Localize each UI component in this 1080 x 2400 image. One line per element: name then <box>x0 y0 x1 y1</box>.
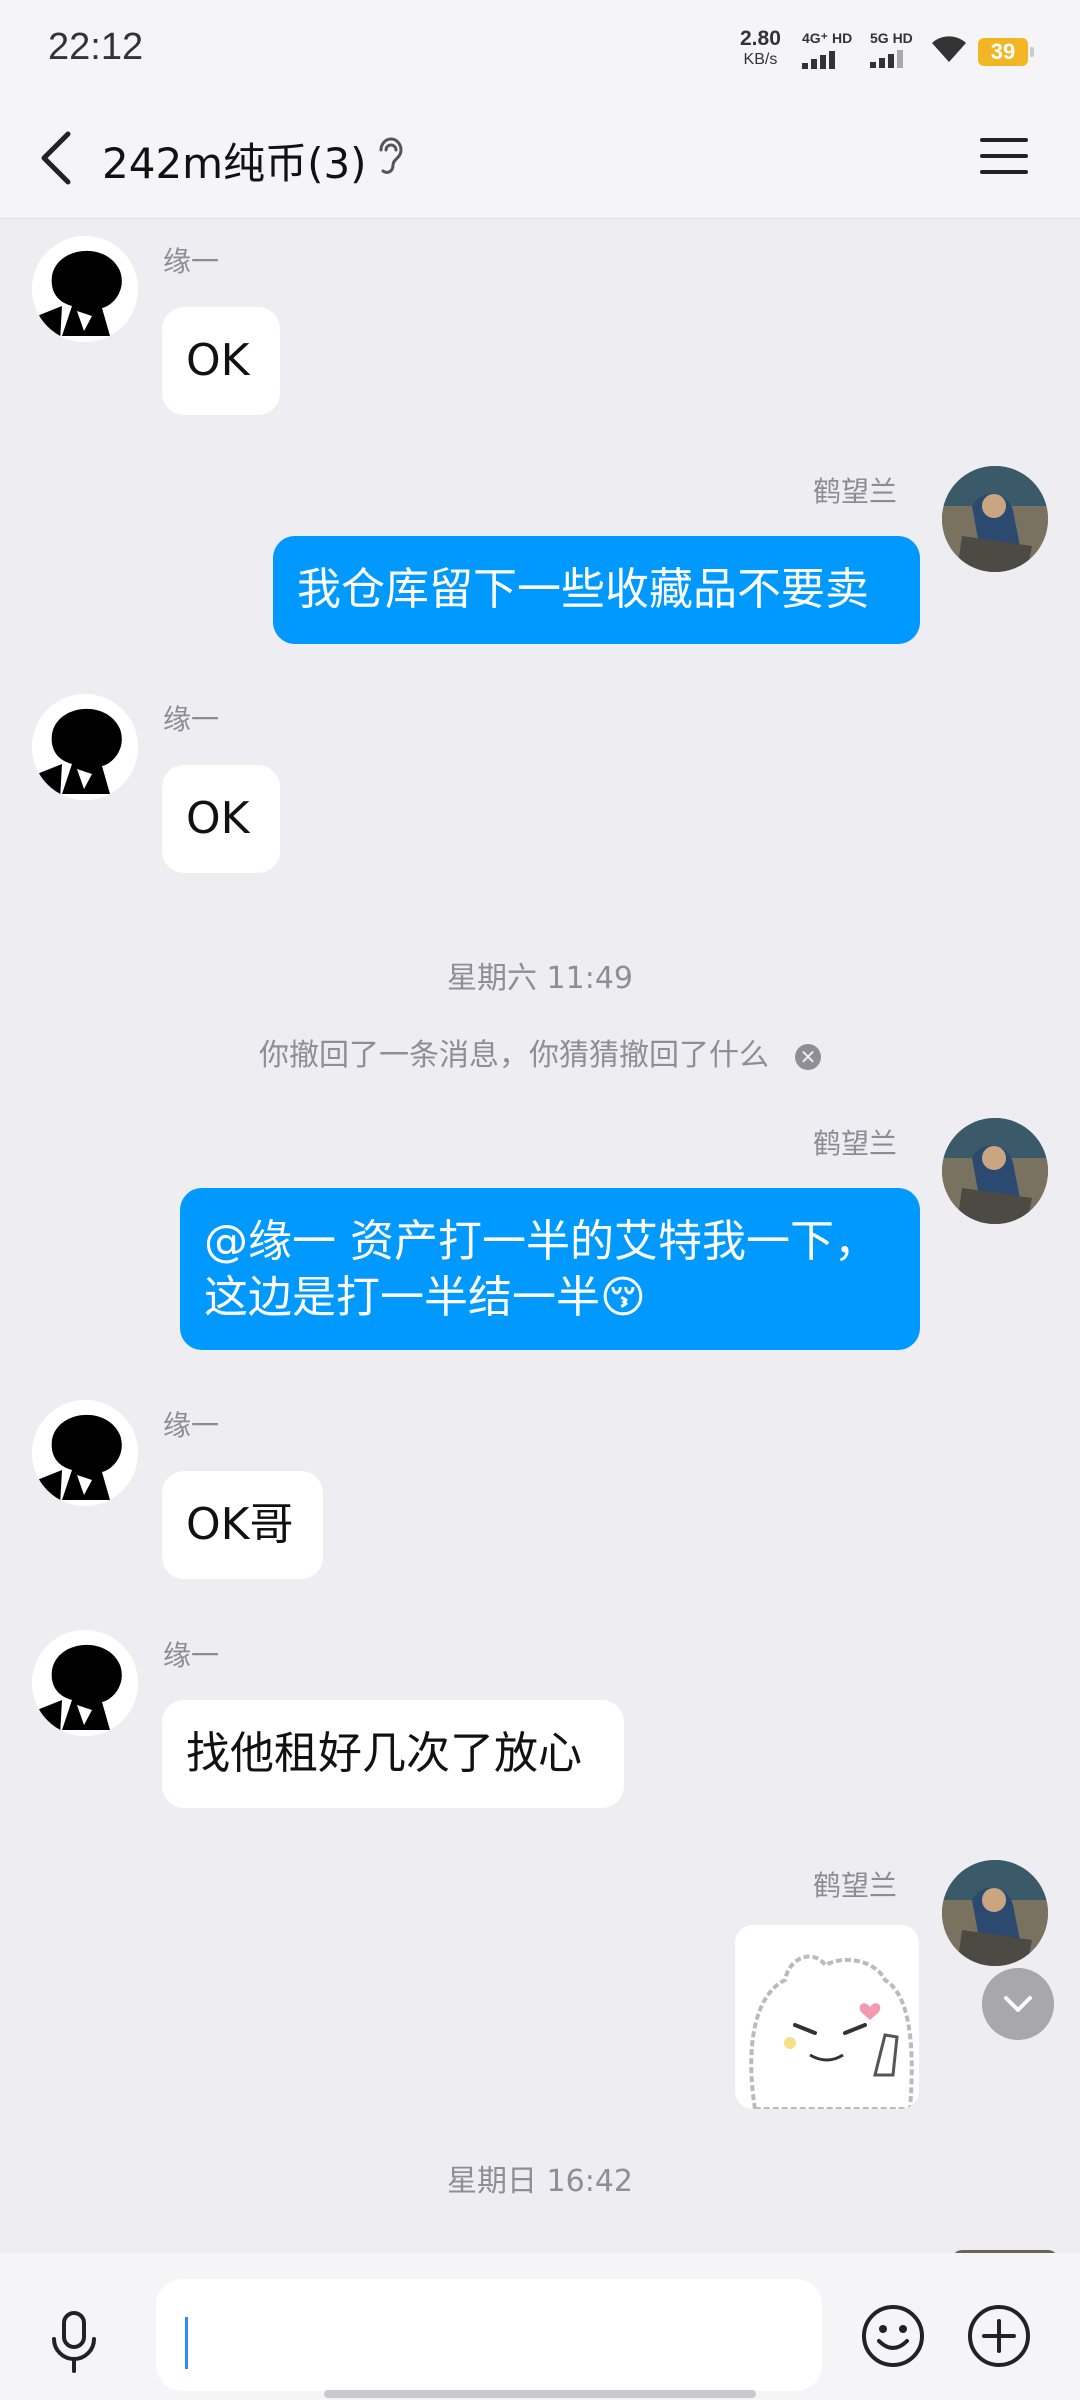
message-line: @缘一 资产打一半的艾特我一下， <box>204 1216 878 1267</box>
chat-title[interactable]: 242m纯币(3) <box>102 130 367 191</box>
network-speed-unit: KB/s <box>743 51 778 68</box>
status-time: 22:12 <box>48 26 144 68</box>
message-line: 这边是打一半结一半😚 <box>204 1272 646 1323</box>
close-icon[interactable]: ✕ <box>795 1043 821 1070</box>
sim2-label: 5G HD <box>870 30 913 46</box>
avatar-yuanyi[interactable] <box>32 1400 138 1506</box>
message-bubble-outgoing[interactable]: @缘一 资产打一半的艾特我一下， 这边是打一半结一半😚 <box>180 1188 920 1350</box>
ear-mode-icon[interactable] <box>373 132 409 182</box>
scroll-to-bottom-button[interactable] <box>982 1968 1054 2040</box>
bear-sticker-image[interactable] <box>735 1925 919 2109</box>
sender-name: 缘一 <box>163 1409 220 1442</box>
sender-name: 鹤望兰 <box>813 1869 898 1902</box>
message-bubble-incoming[interactable]: OK <box>162 765 280 873</box>
wifi-icon <box>932 36 966 62</box>
chat-message-list[interactable]: 缘一 OK 鹤望兰 我仓库留下一些收藏品不要卖 缘一 OK 星期六 11:49 … <box>0 0 1080 2260</box>
message-input[interactable] <box>156 2279 822 2391</box>
sim1-signal: 4G⁺ HD <box>802 30 852 69</box>
avatar-yuanyi[interactable] <box>32 236 138 342</box>
timestamp: 星期日 16:42 <box>447 2164 633 2199</box>
timestamp: 星期六 11:49 <box>447 961 633 996</box>
recall-text: 你撤回了一条消息，你猜猜撤回了什么 <box>259 1038 769 1073</box>
network-speed: 2.80 KB/s <box>740 28 781 70</box>
signal-bars-icon <box>802 51 852 69</box>
avatar-yuanyi[interactable] <box>32 1630 138 1736</box>
avatar-hewanglan[interactable] <box>942 1860 1048 1966</box>
back-arrow-icon[interactable] <box>34 128 84 188</box>
plus-icon[interactable] <box>966 2303 1032 2369</box>
home-indicator[interactable] <box>324 2390 756 2398</box>
sender-name: 缘一 <box>163 245 220 278</box>
message-bubble-outgoing[interactable]: 我仓库留下一些收藏品不要卖 <box>273 536 920 644</box>
network-speed-value: 2.80 <box>740 27 781 50</box>
sender-name: 缘一 <box>163 703 220 736</box>
sender-name: 鹤望兰 <box>813 1127 898 1160</box>
message-bubble-incoming[interactable]: 找他租好几次了放心 <box>162 1700 624 1808</box>
emoji-icon[interactable] <box>860 2303 926 2369</box>
status-bar: 22:12 2.80 KB/s 4G⁺ HD 5G HD 39 <box>0 0 1080 100</box>
sender-name: 缘一 <box>163 1639 220 1672</box>
avatar-yuanyi[interactable] <box>32 694 138 800</box>
avatar-hewanglan[interactable] <box>942 1118 1048 1224</box>
chat-header: 242m纯币(3) <box>0 100 1080 219</box>
avatar-hewanglan[interactable] <box>942 466 1048 572</box>
message-bubble-incoming[interactable]: OK <box>162 307 280 415</box>
battery-indicator: 39 <box>978 38 1034 66</box>
recall-system-message: 你撤回了一条消息，你猜猜撤回了什么 ✕ <box>0 1030 1080 1074</box>
text-cursor <box>185 2317 188 2369</box>
sim1-label: 4G⁺ HD <box>802 30 853 46</box>
message-bubble-incoming[interactable]: OK哥 <box>162 1471 323 1579</box>
sim2-signal: 5G HD <box>870 30 913 68</box>
microphone-icon[interactable] <box>46 2309 102 2373</box>
signal-bars-icon <box>870 50 913 68</box>
input-bar <box>0 2253 1080 2400</box>
sender-name: 鹤望兰 <box>813 475 898 508</box>
menu-icon[interactable] <box>978 130 1030 182</box>
